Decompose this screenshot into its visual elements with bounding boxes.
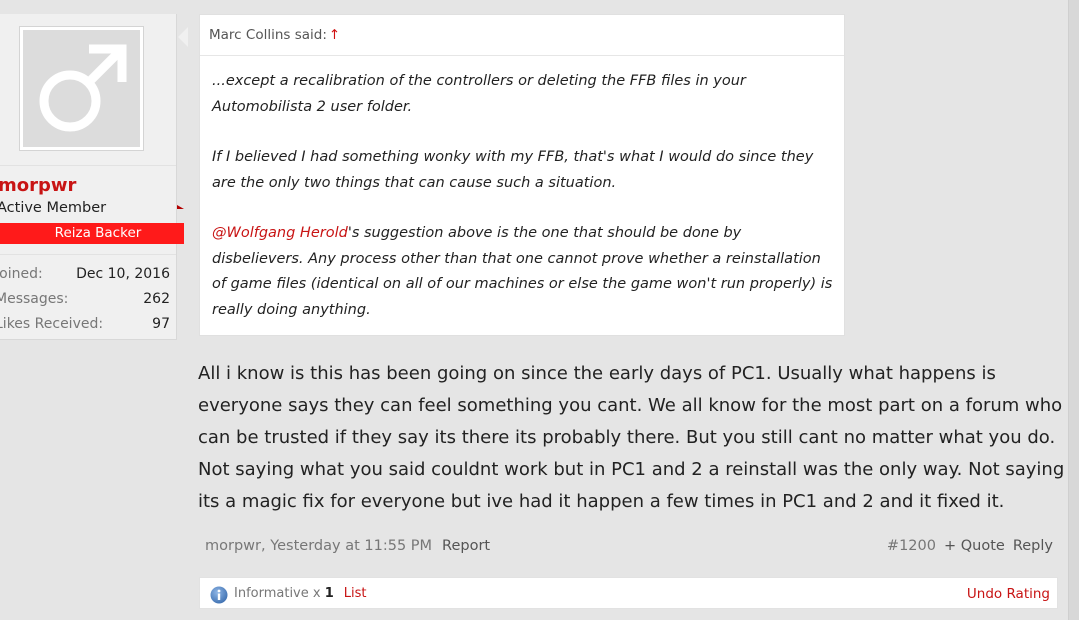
stat-label: Messages: bbox=[0, 291, 69, 307]
message-text: All i know is this has been going on sin… bbox=[198, 363, 1065, 512]
user-banner: Reiza Backer bbox=[0, 223, 184, 244]
stat-label: Joined: bbox=[0, 266, 43, 282]
username-link[interactable]: morpwr bbox=[0, 175, 76, 196]
divider bbox=[0, 254, 176, 255]
quote-paragraph: ...except a recalibration of the control… bbox=[212, 73, 746, 115]
banner-ribbon-tip bbox=[177, 205, 184, 209]
page-edge bbox=[1068, 0, 1079, 620]
quote-author[interactable]: Marc Collins said: bbox=[209, 27, 327, 43]
message-meta: morpwr, Yesterday at 11:55 PM Report bbox=[205, 538, 490, 554]
ratings-bar: Informative x 1 List Undo Rating bbox=[199, 577, 1058, 609]
rating-times: x bbox=[312, 586, 321, 601]
stat-value: Dec 10, 2016 bbox=[76, 266, 170, 282]
post-permalink[interactable]: #1200 bbox=[887, 538, 936, 554]
divider bbox=[0, 165, 176, 166]
male-symbol-icon bbox=[23, 30, 140, 147]
user-title: Active Member bbox=[0, 200, 107, 216]
user-mention-link[interactable]: @Wolfgang Herold bbox=[212, 225, 348, 241]
quote-paragraph: If I believed I had something wonky with… bbox=[212, 149, 814, 191]
reply-button[interactable]: Reply bbox=[1013, 538, 1053, 554]
report-link[interactable]: Report bbox=[442, 538, 490, 554]
rating-summary: Informative x 1 List bbox=[234, 578, 367, 610]
rating-count: 1 bbox=[324, 586, 334, 601]
undo-rating-link[interactable]: Undo Rating bbox=[967, 578, 1050, 610]
quote-header: Marc Collins said: ↑ bbox=[200, 15, 844, 56]
quote-body: ...except a recalibration of the control… bbox=[200, 56, 844, 323]
stat-joined: Joined: Dec 10, 2016 bbox=[0, 263, 170, 285]
info-icon bbox=[210, 586, 228, 604]
message-pointer-arrow bbox=[178, 27, 188, 47]
ratings-list-link[interactable]: List bbox=[344, 586, 367, 601]
jump-to-quote-icon[interactable]: ↑ bbox=[329, 27, 340, 43]
stat-likes-received: Likes Received: 97 bbox=[0, 313, 170, 335]
stat-label: Likes Received: bbox=[0, 316, 104, 332]
message-body: All i know is this has been going on sin… bbox=[198, 358, 1068, 518]
quote-block: Marc Collins said: ↑ ...except a recalibr… bbox=[199, 14, 845, 336]
stat-value: 97 bbox=[152, 316, 170, 332]
quote-button[interactable]: + Quote bbox=[944, 538, 1005, 554]
avatar[interactable] bbox=[19, 26, 144, 151]
message-actions: #1200 + Quote Reply bbox=[887, 538, 1053, 554]
author-timestamp-link[interactable]: morpwr, Yesterday at 11:55 PM bbox=[205, 538, 432, 554]
rating-label: Informative bbox=[234, 586, 309, 601]
quote-paragraph: @Wolfgang Herold's suggestion above is t… bbox=[212, 221, 834, 323]
stat-messages: Messages: 262 bbox=[0, 288, 170, 310]
user-info-panel: morpwr Active Member Reiza Backer Joined… bbox=[0, 14, 184, 340]
stat-value[interactable]: 262 bbox=[143, 288, 170, 310]
